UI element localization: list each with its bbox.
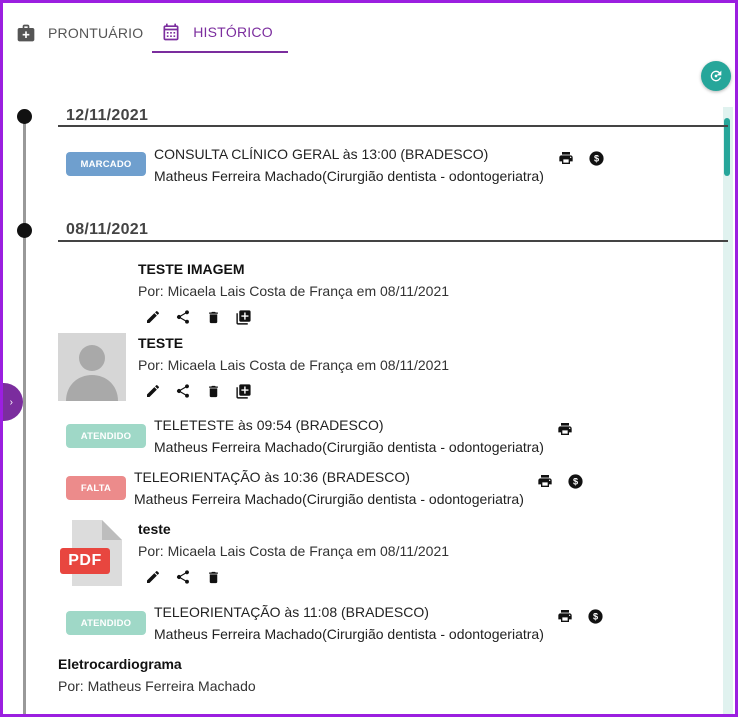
add-box-icon[interactable] bbox=[233, 307, 253, 327]
tab-historico-label: HISTÓRICO bbox=[193, 24, 273, 40]
share-icon[interactable] bbox=[173, 307, 193, 327]
person-placeholder-icon bbox=[66, 345, 118, 401]
svg-text:$: $ bbox=[572, 476, 577, 486]
appointment-professional: Matheus Ferreira Machado(Cirurgião denti… bbox=[154, 168, 544, 184]
status-badge: ATENDIDO bbox=[66, 611, 146, 635]
side-drawer-toggle[interactable]: › bbox=[3, 383, 23, 421]
delete-icon[interactable] bbox=[203, 307, 223, 327]
appointment-title: TELEORIENTAÇÃO às 11:08 (BRADESCO) bbox=[154, 604, 429, 620]
document-title: TESTE bbox=[138, 335, 184, 351]
refresh-icon bbox=[710, 70, 722, 82]
document-title: teste bbox=[138, 521, 171, 537]
timeline-dot bbox=[17, 223, 32, 238]
history-panel: PRONTUÁRIO HISTÓRICO 12/11/2021 MARCADO … bbox=[0, 0, 738, 717]
tab-prontuario[interactable]: PRONTUÁRIO bbox=[16, 13, 143, 53]
edit-icon[interactable] bbox=[143, 307, 163, 327]
print-icon[interactable] bbox=[535, 471, 555, 491]
scrollbar-track[interactable] bbox=[723, 107, 733, 714]
share-icon[interactable] bbox=[173, 567, 193, 587]
print-icon[interactable] bbox=[555, 606, 575, 626]
dollar-icon[interactable]: $ bbox=[565, 471, 585, 491]
timeline-dot bbox=[17, 109, 32, 124]
status-badge: MARCADO bbox=[66, 152, 146, 176]
svg-text:$: $ bbox=[593, 153, 598, 163]
appointment-professional: Matheus Ferreira Machado(Cirurgião denti… bbox=[154, 626, 544, 642]
document-title: Eletrocardiograma bbox=[58, 656, 182, 672]
dollar-icon[interactable]: $ bbox=[586, 148, 606, 168]
appointment-title: CONSULTA CLÍNICO GERAL às 13:00 (BRADESC… bbox=[154, 146, 489, 162]
date-header: 08/11/2021 bbox=[66, 221, 149, 238]
status-badge: ATENDIDO bbox=[66, 424, 146, 448]
date-divider bbox=[58, 240, 728, 242]
pdf-label: PDF bbox=[68, 552, 102, 569]
date-divider bbox=[58, 125, 728, 127]
status-badge: FALTA bbox=[66, 476, 126, 500]
appointment-professional: Matheus Ferreira Machado(Cirurgião denti… bbox=[134, 491, 524, 507]
image-thumbnail[interactable] bbox=[58, 333, 126, 401]
tab-historico[interactable]: HISTÓRICO bbox=[152, 13, 288, 53]
refresh-button[interactable] bbox=[701, 61, 731, 91]
calendar-icon bbox=[163, 23, 179, 41]
share-icon[interactable] bbox=[173, 381, 193, 401]
delete-icon[interactable] bbox=[203, 381, 223, 401]
pdf-thumbnail[interactable]: PDF bbox=[60, 518, 124, 588]
timeline-line bbox=[23, 115, 26, 714]
dollar-icon[interactable]: $ bbox=[585, 606, 605, 626]
appointment-title: TELEORIENTAÇÃO às 10:36 (BRADESCO) bbox=[134, 469, 410, 485]
appointment-professional: Matheus Ferreira Machado(Cirurgião denti… bbox=[154, 439, 544, 455]
delete-icon[interactable] bbox=[203, 567, 223, 587]
edit-icon[interactable] bbox=[143, 567, 163, 587]
document-author: Por: Micaela Lais Costa de França em 08/… bbox=[138, 283, 450, 299]
print-icon[interactable] bbox=[556, 148, 576, 168]
medical-bag-icon bbox=[17, 24, 35, 42]
add-box-icon[interactable] bbox=[233, 381, 253, 401]
tab-prontuario-label: PRONTUÁRIO bbox=[48, 25, 144, 41]
chevron-right-icon: › bbox=[9, 396, 13, 408]
document-author: Por: Micaela Lais Costa de França em 08/… bbox=[138, 543, 450, 559]
edit-icon[interactable] bbox=[143, 381, 163, 401]
date-header: 12/11/2021 bbox=[66, 107, 149, 124]
appointment-title: TELETESTE às 09:54 (BRADESCO) bbox=[154, 417, 384, 433]
document-title: TESTE IMAGEM bbox=[138, 261, 245, 277]
print-icon[interactable] bbox=[555, 419, 575, 439]
document-author: Por: Matheus Ferreira Machado bbox=[58, 678, 256, 694]
svg-text:$: $ bbox=[592, 611, 597, 621]
document-author: Por: Micaela Lais Costa de França em 08/… bbox=[138, 357, 450, 373]
